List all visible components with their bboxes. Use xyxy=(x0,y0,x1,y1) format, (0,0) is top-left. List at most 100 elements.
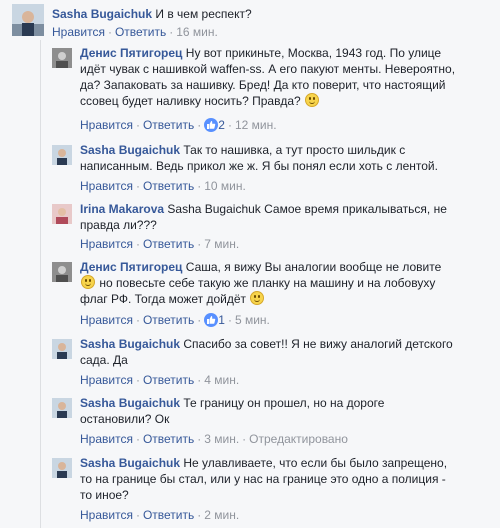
comment-body: Sasha Bugaichuk Спасибо за совет!! Я не … xyxy=(80,336,495,368)
comment-text: ссовец будет наливку носить? Правда? xyxy=(80,94,301,108)
like-link[interactable]: Нравится xyxy=(80,313,133,327)
separator: · xyxy=(227,118,232,132)
comment-body: Денис Пятигорец Ну вот прикиньте, Москва… xyxy=(80,45,495,109)
comment-text: то иное? xyxy=(80,488,129,502)
reply-link[interactable]: Ответить xyxy=(143,118,194,132)
smile-emoji-icon xyxy=(305,93,320,107)
like-count[interactable]: 1 xyxy=(218,313,225,327)
comment-text: Спасибо за совет!! Я не вижу аналогий де… xyxy=(183,337,453,351)
comment-text: остановили? Ок xyxy=(80,412,170,426)
separator: · xyxy=(197,508,202,522)
author-name[interactable]: Sasha Bugaichuk xyxy=(80,456,180,470)
avatar[interactable] xyxy=(12,4,44,36)
avatar[interactable] xyxy=(52,145,72,165)
comment-text: Саша, я вижу Вы аналогии вообще не ловит… xyxy=(185,260,442,274)
comment-text: да? Запаковать за нашивку. Бред! Да кто … xyxy=(80,78,446,92)
avatar[interactable] xyxy=(52,204,72,224)
like-link[interactable]: Нравится xyxy=(80,432,133,446)
comment-body: Sasha Bugaichuk Не улавливаете, что если… xyxy=(80,455,495,503)
like-link[interactable]: Нравится xyxy=(80,237,133,251)
like-link[interactable]: Нравится xyxy=(80,508,133,522)
separator: · xyxy=(197,432,202,446)
comment-body: Денис Пятигорец Саша, я вижу Вы аналогии… xyxy=(80,259,495,307)
separator: · xyxy=(169,25,174,39)
comment-text: но повесьте себе такую же планку на маши… xyxy=(99,276,436,290)
separator: · xyxy=(135,373,140,387)
comment-text: Sasha Bugaichuk Самое время прикалыватьс… xyxy=(167,202,447,216)
comment-actions: Нравится · Ответить · 2 мин. xyxy=(80,507,239,523)
comment-actions: Нравится · Ответить · 16 мин. xyxy=(52,24,218,40)
like-count[interactable]: 2 xyxy=(218,118,225,132)
separator: · xyxy=(107,25,112,39)
comment-actions: Нравится · Ответить · 10 мин. xyxy=(80,178,246,194)
reply-link[interactable]: Ответить xyxy=(143,313,194,327)
timestamp[interactable]: 5 мин. xyxy=(235,313,270,327)
author-name[interactable]: Sasha Bugaichuk xyxy=(80,396,180,410)
comment-text: И в чем респект? xyxy=(155,7,252,21)
thread-line xyxy=(40,40,41,528)
comment-text: правда ли??? xyxy=(80,218,157,232)
timestamp[interactable]: 16 мин. xyxy=(176,25,218,39)
reply-link[interactable]: Ответить xyxy=(143,432,194,446)
timestamp[interactable]: 3 мин. xyxy=(204,432,239,446)
reply-link[interactable]: Ответить xyxy=(115,25,166,39)
smile-emoji-icon xyxy=(250,291,265,305)
comment-actions: Нравится · Ответить · 7 мин. xyxy=(80,236,239,252)
author-name[interactable]: Irina Makarova xyxy=(80,202,164,216)
separator: · xyxy=(197,313,202,327)
avatar[interactable] xyxy=(52,398,72,418)
avatar[interactable] xyxy=(52,339,72,359)
like-link[interactable]: Нравится xyxy=(80,118,133,132)
like-count-icon[interactable] xyxy=(204,313,219,327)
avatar[interactable] xyxy=(52,458,72,478)
edited-label[interactable]: Отредактировано xyxy=(249,432,348,446)
comment-actions: Нравится · Ответить · 3 мин. · Отредактировано xyxy=(80,431,348,447)
timestamp[interactable]: 12 мин. xyxy=(235,118,277,132)
like-link[interactable]: Нравится xyxy=(52,25,105,39)
separator: · xyxy=(197,179,202,193)
separator: · xyxy=(227,313,232,327)
comment-text: Не улавливаете, что если бы было запреще… xyxy=(183,456,448,470)
like-link[interactable]: Нравится xyxy=(80,373,133,387)
timestamp[interactable]: 4 мин. xyxy=(204,373,239,387)
timestamp[interactable]: 7 мин. xyxy=(204,237,239,251)
comment-text: идёт чувак с нашивкой waffen-ss. А его п… xyxy=(80,62,456,76)
smile-emoji-icon xyxy=(81,275,95,289)
author-name[interactable]: Sasha Bugaichuk xyxy=(80,143,180,157)
comment-body: Sasha Bugaichuk Так то нашивка, а тут пр… xyxy=(80,142,495,174)
author-name[interactable]: Денис Пятигорец xyxy=(80,260,182,274)
comment-actions: Нравится · Ответить · 1 · 5 мин. xyxy=(80,312,270,328)
separator: · xyxy=(135,313,140,327)
separator: · xyxy=(242,432,247,446)
separator: · xyxy=(135,432,140,446)
comment-actions: Нравится · Ответить · 4 мин. xyxy=(80,372,239,388)
separator: · xyxy=(197,118,202,132)
separator: · xyxy=(197,373,202,387)
author-name[interactable]: Sasha Bugaichuk xyxy=(80,337,180,351)
like-link[interactable]: Нравится xyxy=(80,179,133,193)
comment-body: Sasha Bugaichuk Те границу он прошел, но… xyxy=(80,395,495,427)
comment-body: Irina Makarova Sasha Bugaichuk Самое вре… xyxy=(80,201,495,233)
comment-text: флаг РФ. Тогда может дойдёт xyxy=(80,292,247,306)
comment-body: Sasha Bugaichuk И в чем респект? xyxy=(52,6,492,22)
comment-text: написанным. Ведь прикол же ж. Я бы понял… xyxy=(80,159,438,173)
comment-top: Sasha Bugaichuk И в чем респект? Нравитс… xyxy=(0,0,500,40)
comment-text: Те границу он прошел, но на дороге xyxy=(183,396,385,410)
reply-link[interactable]: Ответить xyxy=(143,508,194,522)
comment-actions: Нравится · Ответить · 2 · 12 мин. xyxy=(80,117,277,133)
like-count-icon[interactable] xyxy=(204,118,219,132)
separator: · xyxy=(135,118,140,132)
reply-link[interactable]: Ответить xyxy=(143,237,194,251)
author-name[interactable]: Денис Пятигорец xyxy=(80,46,182,60)
comment-text: Так то нашивка, а тут просто шильдик с xyxy=(183,143,406,157)
avatar[interactable] xyxy=(52,48,72,68)
separator: · xyxy=(197,237,202,251)
author-name[interactable]: Sasha Bugaichuk xyxy=(52,7,152,21)
comment-text: Ну вот прикиньте, Москва, 1943 год. По у… xyxy=(185,46,442,60)
reply-link[interactable]: Ответить xyxy=(143,373,194,387)
reply-link[interactable]: Ответить xyxy=(143,179,194,193)
avatar[interactable] xyxy=(52,262,72,282)
timestamp[interactable]: 2 мин. xyxy=(204,508,239,522)
timestamp[interactable]: 10 мин. xyxy=(204,179,246,193)
comment-text: то на границе бы стал, или у нас на гран… xyxy=(80,472,446,486)
